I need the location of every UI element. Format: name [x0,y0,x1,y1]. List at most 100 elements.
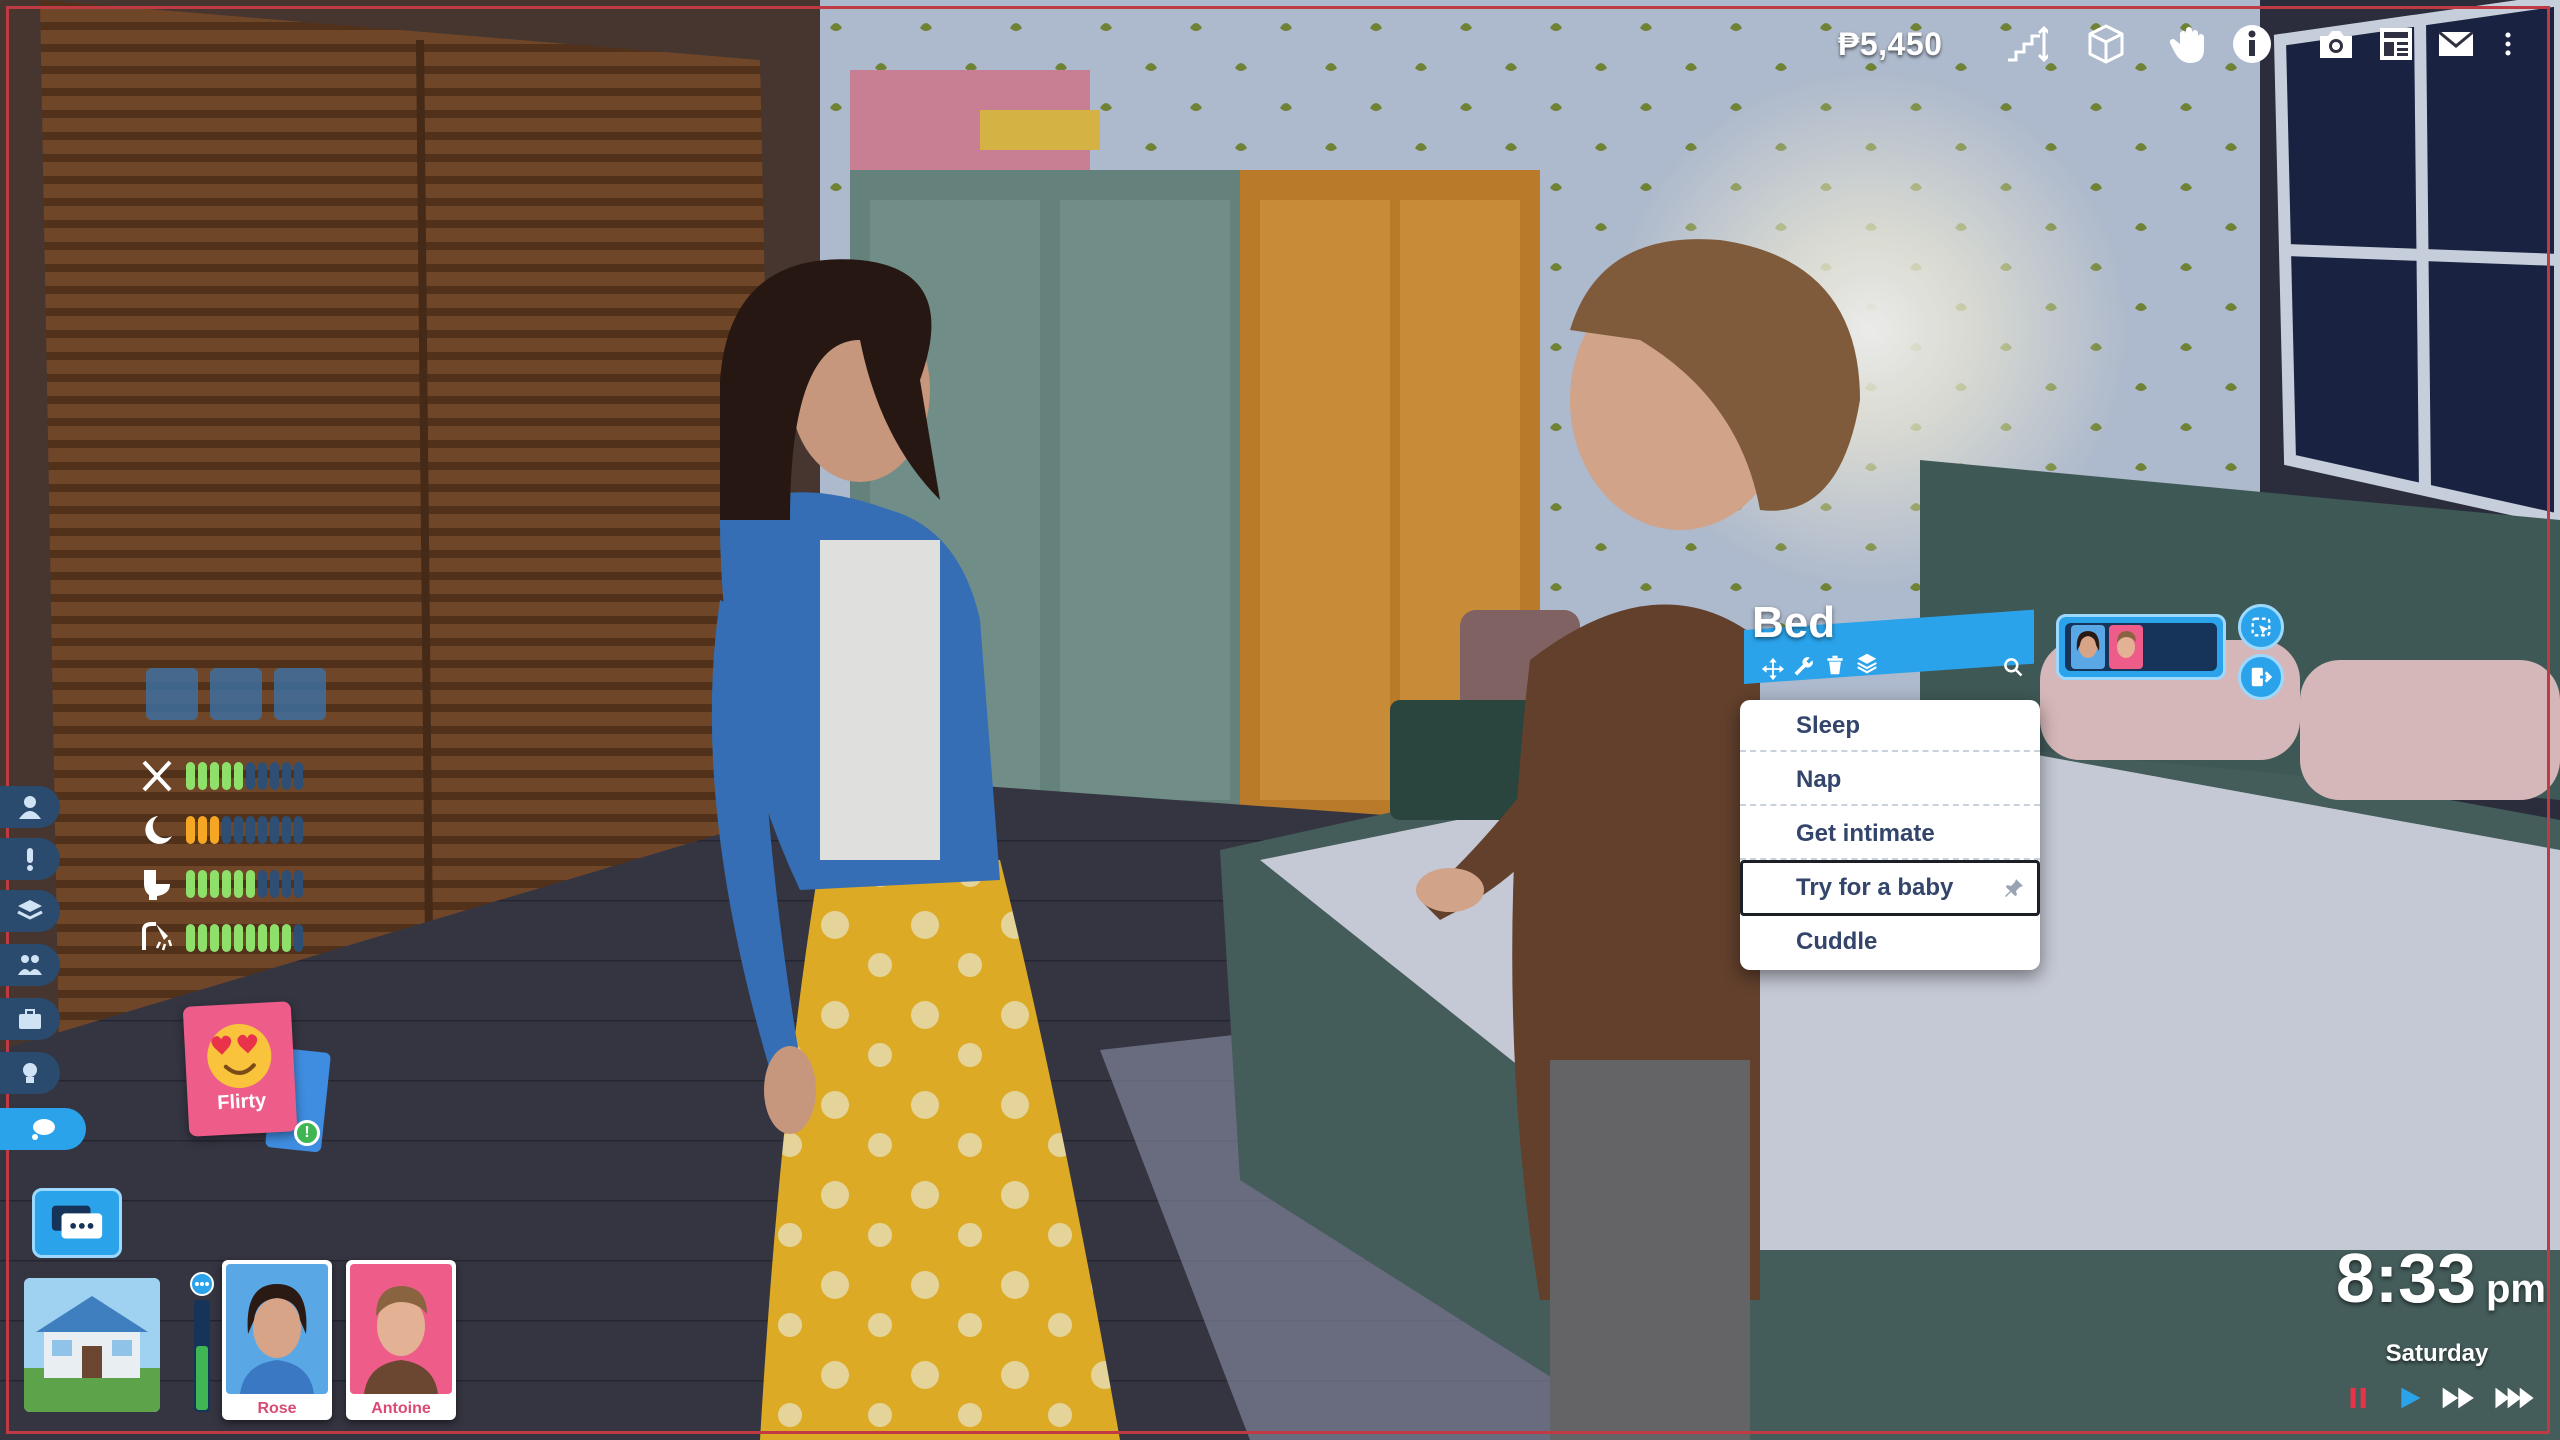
need-segment [258,870,267,898]
need-segment [210,924,219,952]
toilet-icon [144,870,170,900]
object-title: Bed [1752,598,1836,647]
sim-portrait-antoine[interactable]: Antoine [346,1260,456,1420]
need-segment [282,816,291,844]
need-segment [234,924,243,952]
empty-slot[interactable] [274,668,326,720]
need-segment [186,870,195,898]
shower-icon [142,922,173,951]
hand-pointer-icon[interactable] [2164,18,2216,70]
need-segment [294,816,303,844]
need-segment [270,924,279,952]
pin-icon[interactable] [2003,877,2025,899]
house-thumbnail-icon [24,1278,160,1412]
need-hunger[interactable] [138,756,358,796]
menu-item-label: Try for a baby [1796,874,1954,901]
game-clock: 8:33 pm [2336,1238,2546,1318]
wrench-icon[interactable] [1790,654,1816,680]
need-segment [210,816,219,844]
more-vertical-icon[interactable] [2494,18,2522,70]
need-bars [186,924,303,952]
select-target-button[interactable] [2238,604,2284,650]
briefcase-icon[interactable] [0,998,60,1040]
need-segment [222,762,231,790]
menu-item-nap[interactable]: Nap [1740,754,2040,806]
move-icon[interactable] [1760,656,1786,682]
need-energy[interactable] [138,810,358,850]
rose-avatar [226,1264,328,1394]
interaction-menu: Sleep Nap Get intimate Try for a baby Cu… [1740,700,2040,970]
fork-knife-icon [142,760,172,792]
menu-item-cuddle[interactable]: Cuddle [1740,916,2040,968]
heart-eyes-emoji-icon [207,1024,272,1089]
need-segment [210,870,219,898]
need-segment [246,816,255,844]
build-cube-icon[interactable] [2080,18,2132,70]
thought-bubble-icon[interactable] [0,1108,86,1150]
lot-thumbnail[interactable] [24,1278,160,1412]
camera-icon[interactable] [2310,18,2362,70]
pause-icon[interactable] [2346,1378,2372,1418]
need-segment [198,924,207,952]
need-segment [294,870,303,898]
need-segment [234,870,243,898]
mood-card[interactable]: Flirty [182,1001,298,1137]
need-segment [246,924,255,952]
need-segment [198,762,207,790]
need-segment [282,924,291,952]
play-icon[interactable] [2394,1378,2426,1418]
need-segment [270,870,279,898]
trash-icon[interactable] [1822,652,1848,678]
search-icon[interactable] [2000,654,2026,680]
sim-name: Rose [257,1400,297,1417]
need-segment [198,816,207,844]
participants-slot [2065,623,2217,671]
stairs-level-icon[interactable] [2000,18,2052,70]
newspaper-icon[interactable] [2370,18,2422,70]
exit-door-icon [2251,667,2273,687]
need-segment [282,870,291,898]
sim-name: Antoine [371,1400,431,1417]
menu-item-try-for-a-baby[interactable]: Try for a baby [1740,860,2040,916]
exclamation-badge-icon: ! [294,1120,320,1146]
layers-icon[interactable] [1854,650,1880,676]
family-icon[interactable] [0,944,60,986]
empty-slot[interactable] [210,668,262,720]
game-scene[interactable] [0,0,2560,1440]
lightbulb-icon[interactable] [0,1052,60,1094]
leave-button[interactable] [2238,654,2284,700]
participant-rose-avatar [2071,625,2105,669]
alert-icon[interactable] [0,838,60,880]
interaction-participants[interactable] [2056,614,2226,680]
sleep-moon-icon [145,816,172,844]
need-segment [258,924,267,952]
sim-portrait-rose[interactable]: Rose [222,1260,332,1420]
need-segment [210,762,219,790]
need-bladder[interactable] [138,864,358,904]
need-segment [270,762,279,790]
mail-icon[interactable] [2430,18,2482,70]
need-segment [258,762,267,790]
menu-item-sleep[interactable]: Sleep [1740,700,2040,752]
social-chat-button[interactable] [32,1188,122,1258]
person-icon[interactable] [0,786,60,828]
need-bars [186,762,303,790]
need-hygiene[interactable] [138,918,358,958]
need-segment [198,870,207,898]
need-segment [294,924,303,952]
fast-forward-icon[interactable] [2438,1378,2482,1418]
clock-ampm: pm [2486,1267,2546,1311]
empty-slot[interactable] [146,668,198,720]
ultra-speed-icon[interactable] [2490,1378,2546,1418]
info-icon[interactable] [2226,18,2278,70]
need-segment [246,762,255,790]
layers-icon[interactable] [0,890,60,932]
need-segment [246,870,255,898]
need-segment [270,816,279,844]
menu-item-get-intimate[interactable]: Get intimate [1740,808,2040,860]
money-display: ₱5,450 [1838,26,1943,62]
need-segment [222,816,231,844]
participant-antoine-avatar [2109,625,2143,669]
need-segment [234,816,243,844]
need-segment [282,762,291,790]
